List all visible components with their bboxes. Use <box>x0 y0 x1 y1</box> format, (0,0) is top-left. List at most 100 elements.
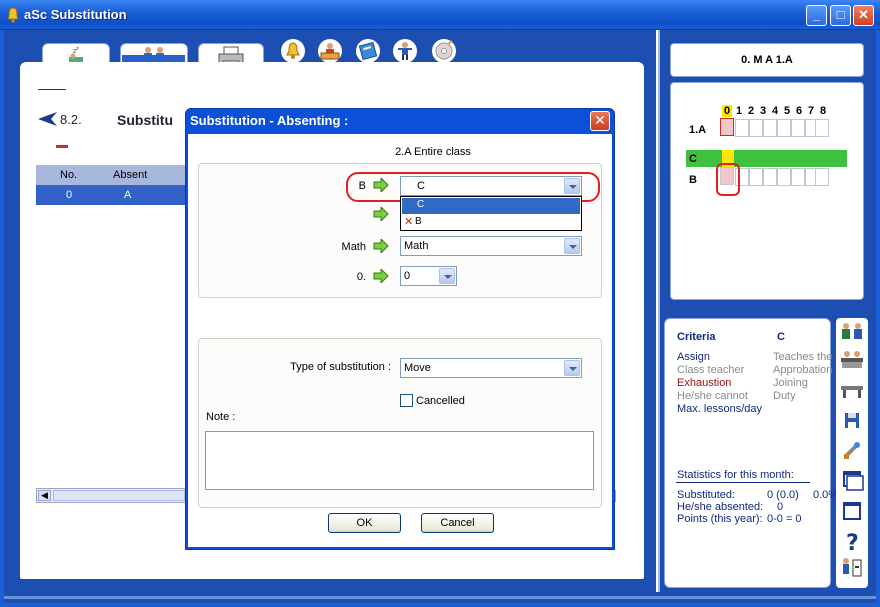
period-number: 4 <box>771 105 779 117</box>
grid-cell[interactable] <box>749 168 763 186</box>
window-icon[interactable] <box>838 498 866 524</box>
chevron-down-icon[interactable] <box>564 360 580 376</box>
save-icon[interactable] <box>838 408 866 434</box>
dialog-close-button[interactable]: ✕ <box>590 111 610 131</box>
bell-icon[interactable] <box>281 39 305 63</box>
annotation-highlight <box>716 163 740 196</box>
horizontal-scrollbar[interactable]: ◀ <box>36 488 186 503</box>
teacher-dropdown-list: C ✕ B <box>400 196 582 231</box>
dialog-heading: 2.A Entire class <box>395 146 471 158</box>
dropdown-option-label: B <box>415 216 422 227</box>
cell-absent: A <box>124 189 132 201</box>
divider <box>38 89 66 90</box>
app-bell-icon <box>7 7 19 23</box>
period-number: 3 <box>759 105 767 117</box>
dropdown-option-label: C <box>417 199 425 210</box>
grid-row-label: 1.A <box>689 124 707 136</box>
grid-cell[interactable] <box>763 119 777 137</box>
cancel-button[interactable]: Cancel <box>421 513 494 533</box>
type-label: Type of substitution : <box>290 361 391 373</box>
criteria-cannot[interactable]: He/she cannot <box>677 390 748 402</box>
divider <box>676 482 810 483</box>
chevron-down-icon[interactable] <box>439 268 455 284</box>
column-header-no: No. <box>60 169 78 181</box>
criteria-assign[interactable]: Assign <box>677 351 710 363</box>
table-header: No. Absent <box>36 165 186 185</box>
scroll-left-icon[interactable]: ◀ <box>38 490 51 501</box>
stats-extra: 0.0% <box>813 489 839 501</box>
grid-cell[interactable] <box>749 119 763 137</box>
column-header-absent: Absent <box>113 169 148 181</box>
subject-label: Math <box>341 241 366 253</box>
period-number: 0 <box>722 105 732 117</box>
period-select-value: 0 <box>404 270 411 282</box>
window-frame-right <box>876 30 880 607</box>
desk-icon[interactable] <box>838 378 866 404</box>
criteria-exhaustion[interactable]: Exhaustion <box>677 377 731 389</box>
dropdown-option-selected[interactable]: C <box>402 198 580 214</box>
note-field[interactable] <box>205 431 594 490</box>
book-icon[interactable] <box>356 39 380 63</box>
grid-cell-selected[interactable] <box>720 118 734 136</box>
window-icon[interactable] <box>838 468 866 494</box>
scroll-thumb[interactable] <box>53 490 185 501</box>
grid-cell[interactable] <box>791 119 805 137</box>
ok-button[interactable]: OK <box>328 513 401 533</box>
period-label: 0. <box>356 271 366 283</box>
green-arrow-icon <box>373 239 389 253</box>
cancelled-label: Cancelled <box>416 395 465 407</box>
maximize-button[interactable]: □ <box>830 5 851 26</box>
grid-cell[interactable] <box>777 119 791 137</box>
criteria-approbation[interactable]: Approbation <box>773 364 832 376</box>
chevron-down-icon[interactable] <box>564 238 580 254</box>
period-number: 6 <box>795 105 803 117</box>
grid-cell[interactable] <box>777 168 791 186</box>
stats-title: Statistics for this month: <box>677 469 794 481</box>
lesson-header: 0. M A 1.A <box>670 43 864 77</box>
close-window-button[interactable]: ✕ <box>853 5 874 26</box>
person-stats-icon[interactable] <box>838 555 866 581</box>
criteria-title: Criteria <box>677 331 716 343</box>
period-number: 8 <box>819 105 827 117</box>
period-number: 2 <box>747 105 755 117</box>
help-icon[interactable]: ? <box>838 528 866 554</box>
green-arrow-icon <box>373 269 389 283</box>
period-select[interactable]: 0 <box>400 266 457 286</box>
period-number: 7 <box>807 105 815 117</box>
grid-cell[interactable] <box>791 168 805 186</box>
teacher-desk-icon[interactable] <box>318 39 342 63</box>
grid-row-label: B <box>689 174 697 186</box>
grid-cell[interactable] <box>815 168 829 186</box>
grid-cell[interactable] <box>815 119 829 137</box>
classes-icon[interactable] <box>838 348 866 374</box>
grid-row-label: C <box>689 153 697 165</box>
back-label: 8.2. <box>60 112 82 127</box>
grid-cell[interactable] <box>735 119 749 137</box>
criteria-teaches[interactable]: Teaches the <box>773 351 832 363</box>
svg-text:?: ? <box>846 531 859 554</box>
cell-no: 0 <box>66 189 73 201</box>
subject-select[interactable]: Math <box>400 236 582 256</box>
period-number: 5 <box>783 105 791 117</box>
table-row[interactable]: 0 A <box>36 185 186 205</box>
criteria-joining[interactable]: Joining <box>773 377 808 389</box>
criteria-duty[interactable]: Duty <box>773 390 796 402</box>
minimize-button[interactable]: _ <box>806 5 827 26</box>
active-tab-indicator <box>122 55 185 62</box>
cancelled-checkbox[interactable] <box>400 394 413 407</box>
criteria-teacher: C <box>777 331 785 343</box>
red-marker <box>56 145 68 148</box>
dropdown-option[interactable]: ✕ B <box>402 214 580 230</box>
teacher-row-highlight <box>686 150 847 167</box>
teachers-icon[interactable] <box>838 320 866 346</box>
criteria-max-lessons[interactable]: Max. lessons/day <box>677 403 762 415</box>
type-select[interactable]: Move <box>400 358 582 378</box>
person-icon[interactable] <box>393 39 417 63</box>
criteria-class-teacher[interactable]: Class teacher <box>677 364 744 376</box>
back-arrow-icon[interactable] <box>38 112 58 126</box>
tools-icon[interactable] <box>838 438 866 464</box>
cd-icon[interactable] <box>432 39 456 63</box>
stats-value: 0 (0.0) <box>767 489 799 501</box>
grid-cell[interactable] <box>763 168 777 186</box>
stats-value: 0-0 = 0 <box>767 513 802 525</box>
